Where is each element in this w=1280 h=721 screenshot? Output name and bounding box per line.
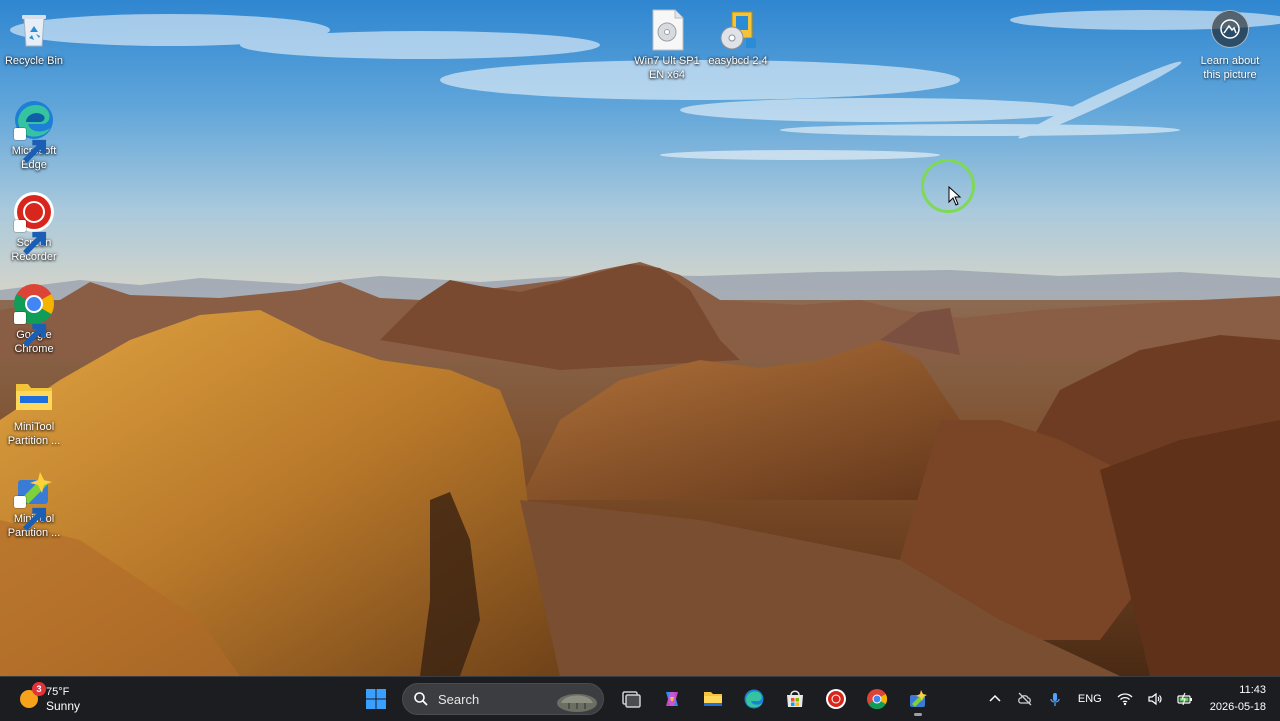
store-icon xyxy=(786,690,803,707)
wallpaper-landscape xyxy=(0,0,1280,676)
folder-icon xyxy=(703,692,722,706)
chrome-icon xyxy=(866,689,887,710)
screen-recorder-desktop-icon[interactable]: Screen Recorder xyxy=(0,190,70,264)
record-icon xyxy=(825,689,846,709)
show-hidden-icons-button[interactable] xyxy=(986,690,1004,708)
search-icon xyxy=(414,692,428,706)
recycle-bin-desktop-icon[interactable]: Recycle Bin xyxy=(0,8,70,68)
sun-icon: 3 xyxy=(18,682,46,710)
battery-button[interactable] xyxy=(1176,690,1194,708)
copilot-button[interactable] xyxy=(654,681,690,717)
minitool-taskbar-button[interactable] xyxy=(900,681,936,717)
windows-logo-icon xyxy=(365,689,386,709)
microphone-button[interactable] xyxy=(1046,690,1064,708)
google-chrome-desktop-icon[interactable]: Google Chrome xyxy=(0,282,70,356)
shortcut-arrow-icon xyxy=(14,312,47,347)
minitool-partition-desktop-icon-2[interactable]: MiniTool Partition ... xyxy=(0,466,70,540)
recycle-bin-icon xyxy=(12,8,56,52)
wifi-icon xyxy=(1117,693,1133,706)
task-view-button[interactable] xyxy=(613,681,649,717)
chevron-up-icon xyxy=(989,694,1001,702)
minitool-icon xyxy=(12,466,56,531)
speaker-icon xyxy=(1148,692,1162,706)
clock-date: 2026-05-18 xyxy=(1209,701,1266,713)
network-button[interactable] xyxy=(1116,690,1134,708)
recycle-bin-label: Recycle Bin xyxy=(4,55,64,67)
search-placeholder: Search xyxy=(438,691,480,707)
minitool-icon xyxy=(909,690,927,707)
system-tray: ENG 11:43 2026-05-18 xyxy=(980,677,1280,721)
shortcut-arrow-icon xyxy=(14,128,47,163)
task-view-icon xyxy=(621,691,641,708)
camera-aperture-icon xyxy=(1211,10,1249,48)
shortcut-arrow-icon xyxy=(14,220,47,255)
win7-iso-label: Win7 Ult SP1 EN x64 xyxy=(634,55,700,81)
microsoft-store-button[interactable] xyxy=(777,681,813,717)
installer-package-icon xyxy=(716,8,760,52)
mouse-pointer-icon xyxy=(948,186,962,206)
meet-now-button[interactable] xyxy=(1016,690,1034,708)
start-button[interactable] xyxy=(358,681,394,717)
learn-about-picture[interactable]: Learn about this picture xyxy=(1194,10,1266,82)
desktop-wallpaper xyxy=(0,0,1280,676)
cloud-off-icon xyxy=(1017,692,1032,706)
screen-recorder-taskbar-button[interactable] xyxy=(818,681,854,717)
weather-temperature: 75°F xyxy=(46,686,70,698)
copilot-icon xyxy=(665,692,678,706)
chrome-taskbar-button[interactable] xyxy=(859,681,895,717)
minitool-partition-desktop-icon-1[interactable]: MiniTool Partition ... xyxy=(0,374,70,448)
minitool-partition-label-1: MiniTool Partition ... xyxy=(7,421,61,447)
disc-image-file-icon xyxy=(645,8,689,52)
learn-about-label: Learn about this picture xyxy=(1200,55,1260,81)
taskbar-clock[interactable]: 11:43 2026-05-18 xyxy=(1200,682,1280,716)
chrome-icon xyxy=(12,282,56,347)
input-language[interactable]: ENG xyxy=(1078,693,1102,705)
shortcut-arrow-icon xyxy=(14,496,47,531)
search-highlight-art-icon xyxy=(557,694,597,712)
weather-condition: Sunny xyxy=(46,699,81,713)
folder-icon xyxy=(12,374,56,418)
taskbar-search-box[interactable]: Search xyxy=(402,683,604,715)
easybcd-label: easybcd 2.4 xyxy=(708,55,768,67)
microsoft-edge-desktop-icon[interactable]: Microsoft Edge xyxy=(0,98,70,172)
win7-iso-desktop-icon[interactable]: Win7 Ult SP1 EN x64 xyxy=(631,8,703,82)
taskbar-pinned-apps: Search xyxy=(355,681,938,717)
edge-icon xyxy=(744,689,763,709)
weather-widget[interactable]: 3 75°F Sunny xyxy=(18,682,81,715)
microphone-icon xyxy=(1050,693,1060,706)
clock-time: 11:43 xyxy=(1239,684,1266,696)
edge-icon xyxy=(12,98,56,163)
easybcd-desktop-icon[interactable]: easybcd 2.4 xyxy=(702,8,774,68)
edge-taskbar-button[interactable] xyxy=(736,681,772,717)
file-explorer-button[interactable] xyxy=(695,681,731,717)
volume-button[interactable] xyxy=(1146,690,1164,708)
taskbar: 3 75°F Sunny Search ENG 11:43 2026-05-18 xyxy=(0,676,1280,721)
record-icon xyxy=(12,190,56,255)
notification-badge: 3 xyxy=(32,682,46,696)
battery-charging-icon xyxy=(1177,692,1192,706)
